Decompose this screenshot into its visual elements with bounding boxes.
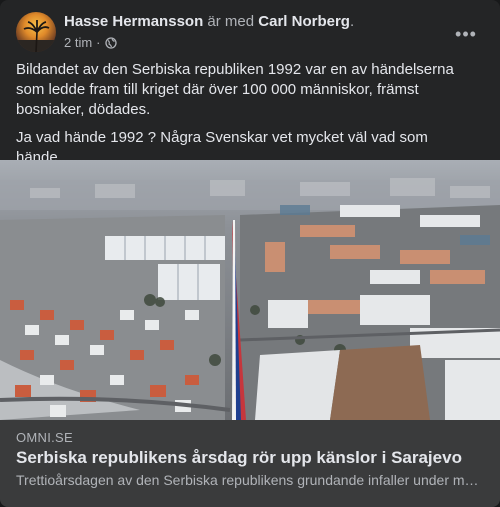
post-meta: 2 tim ·: [64, 35, 117, 50]
post-author-line: Hasse Hermansson är med Carl Norberg.: [64, 13, 354, 30]
post-text: Bildandet av den Serbiska republiken 199…: [16, 60, 486, 176]
with-text: är med: [207, 13, 255, 30]
more-icon: •••: [455, 23, 477, 44]
link-domain: OMNI.SE: [16, 430, 73, 445]
aerial-city-photo: [0, 160, 500, 420]
link-preview-image[interactable]: [0, 160, 500, 420]
post-time[interactable]: 2 tim: [64, 35, 92, 50]
tagged-suffix: .: [349, 13, 355, 30]
globe-icon[interactable]: [104, 36, 117, 49]
more-options-button[interactable]: •••: [448, 16, 484, 52]
link-title[interactable]: Serbiska republikens årsdag rör upp käns…: [16, 448, 462, 468]
link-description: Trettioårsdagen av den Serbiska republik…: [16, 472, 481, 488]
avatar[interactable]: [16, 12, 56, 52]
post-header: Hasse Hermansson är med Carl Norberg. 2 …: [16, 12, 484, 54]
tagged-name[interactable]: Carl Norberg: [258, 13, 350, 30]
post-card: Hasse Hermansson är med Carl Norberg. 2 …: [0, 0, 500, 507]
post-paragraph: Bildandet av den Serbiska republiken 199…: [16, 61, 454, 118]
link-preview[interactable]: OMNI.SE Serbiska republikens årsdag rör …: [0, 420, 500, 507]
time-separator: ·: [96, 35, 101, 50]
author-name[interactable]: Hasse Hermansson: [64, 13, 203, 30]
palm-tree-icon: [16, 20, 56, 52]
